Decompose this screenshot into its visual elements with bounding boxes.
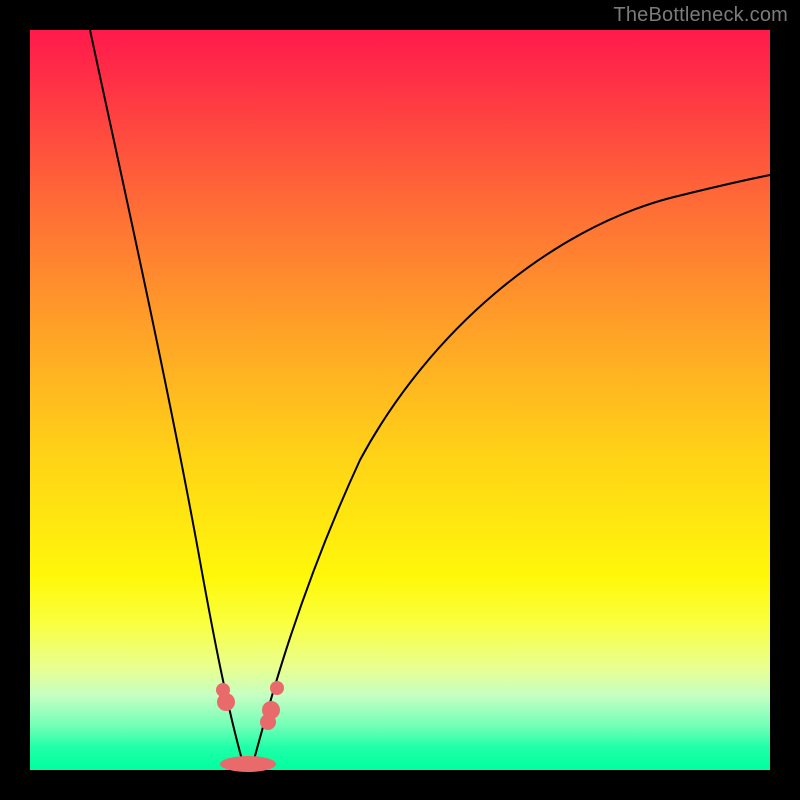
right-curve xyxy=(252,175,770,767)
marker-left-lower xyxy=(217,693,235,711)
chart-svg xyxy=(30,30,770,770)
marker-right-upper xyxy=(270,681,284,695)
marker-right-lower xyxy=(260,714,276,730)
watermark-text: TheBottleneck.com xyxy=(613,4,788,27)
left-curve xyxy=(90,30,244,767)
marker-bottom-blob xyxy=(220,756,276,772)
